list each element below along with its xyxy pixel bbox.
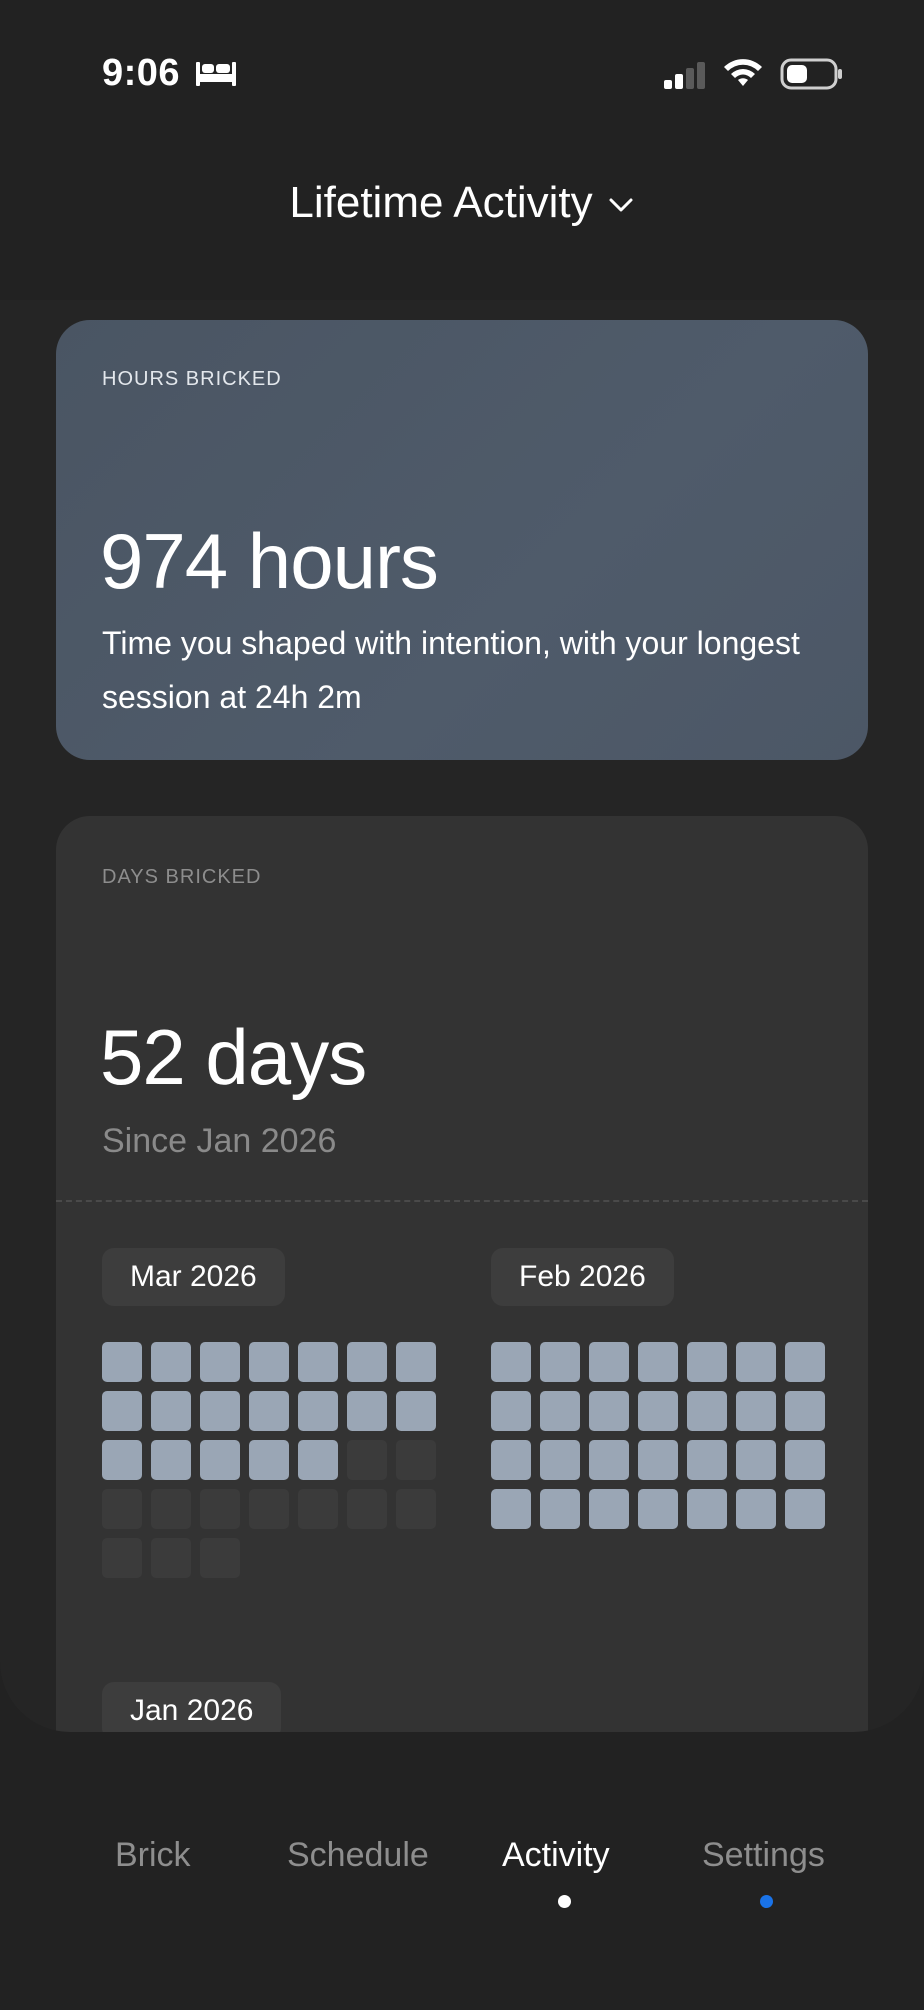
day-cell-bricked <box>638 1489 678 1529</box>
days-since: Since Jan 2026 <box>102 1122 337 1160</box>
hours-bricked-card: HOURS BRICKED 974 hours Time you shaped … <box>56 320 868 760</box>
day-cell-bricked <box>589 1489 629 1529</box>
day-cell-bricked <box>102 1440 142 1480</box>
day-cell-bricked <box>396 1391 436 1431</box>
day-cell-empty <box>102 1489 142 1529</box>
period-selector[interactable]: Lifetime Activity <box>0 178 924 228</box>
day-cell-empty <box>298 1489 338 1529</box>
day-cell-bricked <box>396 1342 436 1382</box>
month-label-mar: Mar 2026 <box>102 1248 285 1306</box>
day-cell-bricked <box>491 1440 531 1480</box>
day-cell-bricked <box>589 1391 629 1431</box>
day-cell-bricked <box>589 1342 629 1382</box>
status-time: 9:06 <box>102 52 181 94</box>
day-cell-empty <box>249 1489 289 1529</box>
day-cell-bricked <box>298 1440 338 1480</box>
day-cell-bricked <box>249 1342 289 1382</box>
day-cell-empty <box>347 1489 387 1529</box>
day-cell-bricked <box>687 1342 727 1382</box>
day-cell-bricked <box>638 1342 678 1382</box>
day-cell-empty <box>396 1489 436 1529</box>
day-cell-bricked <box>785 1440 825 1480</box>
day-cell-bricked <box>638 1440 678 1480</box>
day-cell-bricked <box>102 1342 142 1382</box>
day-cell-bricked <box>298 1391 338 1431</box>
day-cell-bricked <box>736 1489 776 1529</box>
day-cell-bricked <box>491 1489 531 1529</box>
day-cell-bricked <box>347 1391 387 1431</box>
day-cell-bricked <box>491 1391 531 1431</box>
bed-icon <box>196 62 236 86</box>
wifi-icon <box>724 59 762 86</box>
day-cell-bricked <box>785 1342 825 1382</box>
page-title: Lifetime Activity <box>289 178 593 227</box>
month-grid-mar <box>102 1342 436 1578</box>
divider <box>56 1200 868 1202</box>
day-cell-bricked <box>638 1391 678 1431</box>
days-card-label: DAYS BRICKED <box>102 866 262 888</box>
days-bricked-card: DAYS BRICKED 52 days Since Jan 2026 Mar … <box>56 816 868 1732</box>
day-cell-bricked <box>249 1440 289 1480</box>
day-cell-bricked <box>200 1440 240 1480</box>
day-cell-bricked <box>298 1342 338 1382</box>
month-label-feb: Feb 2026 <box>491 1248 674 1306</box>
status-bar: 9:06 <box>0 0 924 150</box>
activity-scroll-area[interactable]: HOURS BRICKED 974 hours Time you shaped … <box>0 300 924 1732</box>
day-cell-empty <box>102 1538 142 1578</box>
day-cell-bricked <box>540 1342 580 1382</box>
day-cell-bricked <box>736 1391 776 1431</box>
day-cell-bricked <box>151 1342 191 1382</box>
battery-icon <box>780 58 842 90</box>
day-cell-bricked <box>540 1391 580 1431</box>
day-cell-empty <box>347 1440 387 1480</box>
month-label-jan: Jan 2026 <box>102 1682 282 1732</box>
tab-bar: Brick Schedule Activity Settings <box>0 1800 924 1940</box>
day-cell-bricked <box>589 1440 629 1480</box>
day-cell-bricked <box>687 1489 727 1529</box>
day-cell-bricked <box>540 1489 580 1529</box>
days-value: 52 days <box>100 1013 367 1101</box>
day-cell-empty <box>151 1538 191 1578</box>
day-cell-bricked <box>200 1342 240 1382</box>
day-cell-bricked <box>687 1391 727 1431</box>
month-grid-feb <box>491 1342 825 1529</box>
active-tab-indicator <box>558 1895 571 1908</box>
day-cell-bricked <box>785 1391 825 1431</box>
settings-notification-dot <box>760 1895 773 1908</box>
day-cell-empty <box>200 1489 240 1529</box>
day-cell-bricked <box>736 1342 776 1382</box>
hours-card-label: HOURS BRICKED <box>102 368 282 390</box>
day-cell-bricked <box>785 1489 825 1529</box>
tab-schedule[interactable]: Schedule <box>287 1836 429 1875</box>
day-cell-empty <box>396 1440 436 1480</box>
day-cell-bricked <box>491 1342 531 1382</box>
day-cell-bricked <box>736 1440 776 1480</box>
day-cell-bricked <box>347 1342 387 1382</box>
chevron-down-icon <box>609 198 633 212</box>
hours-value: 974 hours <box>100 517 439 605</box>
day-cell-bricked <box>540 1440 580 1480</box>
day-cell-bricked <box>200 1391 240 1431</box>
day-cell-bricked <box>102 1391 142 1431</box>
tab-brick[interactable]: Brick <box>115 1836 191 1875</box>
hours-description: Time you shaped with intention, with you… <box>102 625 800 715</box>
cellular-signal-icon <box>664 62 705 89</box>
day-cell-empty <box>151 1489 191 1529</box>
day-cell-empty <box>200 1538 240 1578</box>
tab-activity[interactable]: Activity <box>502 1836 610 1875</box>
day-cell-bricked <box>687 1440 727 1480</box>
day-cell-bricked <box>249 1391 289 1431</box>
tab-settings[interactable]: Settings <box>702 1836 825 1875</box>
day-cell-bricked <box>151 1391 191 1431</box>
day-cell-bricked <box>151 1440 191 1480</box>
